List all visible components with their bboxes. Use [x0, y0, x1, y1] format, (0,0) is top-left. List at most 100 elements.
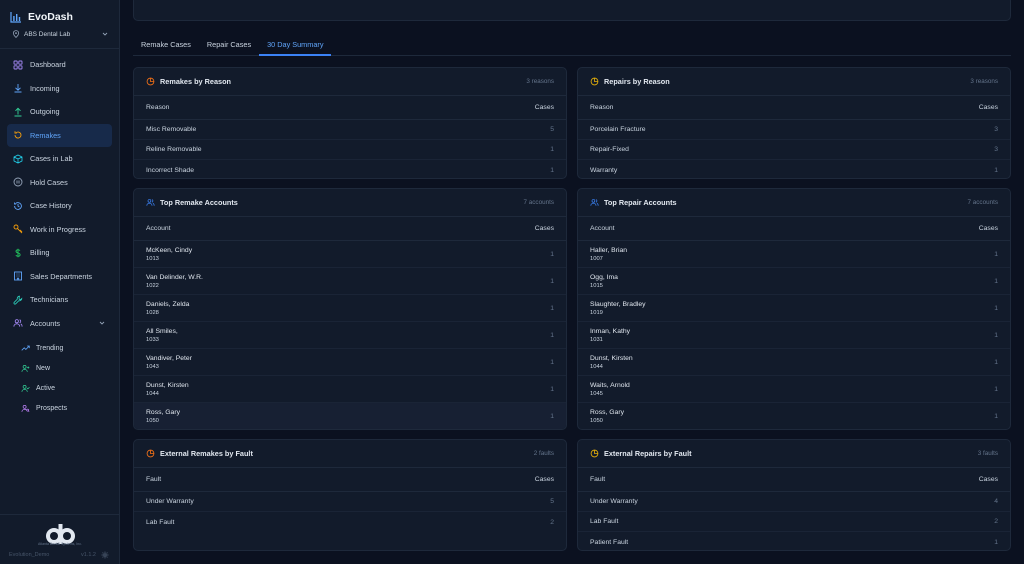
nav-item-cases-in-lab[interactable]: Cases in Lab — [7, 147, 112, 171]
fault-label: Under Warranty — [146, 498, 194, 505]
column-header-cases[interactable]: Cases — [979, 476, 998, 483]
table-row[interactable]: Misc Removable 5 — [134, 120, 566, 140]
card-header: External Repairs by Fault 3 faults — [578, 440, 1010, 468]
account-name: Ogg, Ima — [590, 273, 618, 281]
table-row[interactable]: Haller, Brian 1007 1 — [578, 241, 1010, 268]
column-header-cases[interactable]: Cases — [979, 104, 998, 111]
nav-item-work-in-progress[interactable]: Work in Progress — [7, 218, 112, 242]
sidebar: EvoDash ABS Dental Lab Dashboard Incomin… — [0, 0, 120, 564]
table-row[interactable]: Reline Removable 1 — [134, 140, 566, 160]
nav-item-incoming[interactable]: Incoming — [7, 77, 112, 101]
table-row[interactable]: Patient Fault 1 — [578, 532, 1010, 550]
chevron-down-icon — [99, 321, 105, 325]
table-row[interactable]: Ross, Gary 1050 1 — [578, 403, 1010, 429]
table-row[interactable]: Slaughter, Bradley 1019 1 — [578, 295, 1010, 322]
table-row[interactable]: Repair-Fixed 3 — [578, 140, 1010, 160]
subnav-item-new[interactable]: New — [7, 358, 112, 378]
top-remake-accounts-card: Top Remake Accounts 7 accounts Account C… — [133, 188, 567, 430]
case-count: 1 — [994, 277, 998, 285]
case-count: 1 — [550, 331, 554, 339]
grid-icon — [13, 60, 23, 70]
column-header-fault[interactable]: Fault — [146, 476, 535, 483]
table-header: Reason Cases — [134, 96, 566, 120]
case-count: 3 — [994, 146, 998, 153]
table-row[interactable]: Dunst, Kirsten 1044 1 — [134, 376, 566, 403]
current-user: Evolution_Demo — [9, 552, 50, 558]
column-header-cases[interactable]: Cases — [535, 104, 554, 111]
subnav-item-trending[interactable]: Trending — [7, 338, 112, 358]
download-icon — [14, 84, 22, 93]
table-row[interactable]: Incorrect Shade 1 — [134, 160, 566, 178]
subnav-label: New — [36, 364, 51, 372]
table-row[interactable]: Van Delinder, W.R. 1022 1 — [134, 268, 566, 295]
brand[interactable]: EvoDash — [0, 0, 119, 23]
nav-item-dashboard[interactable]: Dashboard — [7, 53, 112, 77]
table-row[interactable]: Waits, Arnold 1045 1 — [578, 376, 1010, 403]
tab-remake-cases[interactable]: Remake Cases — [133, 36, 199, 56]
subnav-item-prospects[interactable]: Prospects — [7, 399, 112, 419]
table-row[interactable]: Porcelain Fracture 3 — [578, 120, 1010, 140]
table-row[interactable]: Inman, Kathy 1031 1 — [578, 322, 1010, 349]
nav-item-sales-departments[interactable]: Sales Departments — [7, 265, 112, 289]
nav-label: Work in Progress — [30, 224, 86, 234]
column-header-fault[interactable]: Fault — [590, 476, 979, 483]
nav-item-hold-cases[interactable]: Hold Cases — [7, 171, 112, 195]
tab-30-day-summary[interactable]: 30 Day Summary — [259, 36, 332, 56]
table-row[interactable]: Ross, Gary 1050 1 — [134, 403, 566, 429]
nav-item-outgoing[interactable]: Outgoing — [7, 100, 112, 124]
table-row[interactable]: Dunst, Kirsten 1044 1 — [578, 349, 1010, 376]
case-count: 1 — [550, 358, 554, 366]
rotate-icon — [14, 131, 22, 139]
column-header-account[interactable]: Account — [590, 225, 979, 232]
nav-item-accounts[interactable]: Accounts — [7, 312, 112, 336]
table-row[interactable]: Under Warranty 5 — [134, 492, 566, 512]
user-plus-icon — [21, 364, 30, 372]
nav-item-technicians[interactable]: Technicians — [7, 288, 112, 312]
card-header: Repairs by Reason 3 reasons — [578, 68, 1010, 96]
case-count: 1 — [550, 146, 554, 153]
repairs-by-reason-card: Repairs by Reason 3 reasons Reason Cases… — [577, 67, 1011, 179]
tab-repair-cases[interactable]: Repair Cases — [199, 36, 259, 56]
account-name: Haller, Brian — [590, 246, 628, 254]
case-count: 4 — [994, 498, 998, 505]
reason-label: Misc Removable — [146, 126, 197, 133]
subnav-label: Active — [36, 384, 56, 392]
account-id: 1031 — [590, 336, 603, 343]
column-header-account[interactable]: Account — [146, 225, 535, 232]
table-row[interactable]: Under Warranty 4 — [578, 492, 1010, 512]
account-name: Inman, Kathy — [590, 327, 631, 335]
gear-icon[interactable] — [101, 551, 109, 559]
column-header-cases[interactable]: Cases — [535, 476, 554, 483]
table-header: Account Cases — [578, 217, 1010, 241]
case-count: 1 — [550, 166, 554, 174]
column-header-cases[interactable]: Cases — [979, 225, 998, 232]
column-header-reason[interactable]: Reason — [146, 104, 535, 111]
card-header: Remakes by Reason 3 reasons — [134, 68, 566, 96]
nav-label: Case History — [30, 201, 72, 211]
nav-item-case-history[interactable]: Case History — [7, 194, 112, 218]
nav-label: Incoming — [30, 83, 60, 93]
wrench-icon — [13, 295, 23, 305]
nav-item-billing[interactable]: Billing — [7, 241, 112, 265]
table-row[interactable]: Vandiver, Peter 1043 1 — [134, 349, 566, 376]
table-row[interactable]: Ogg, Ima 1015 1 — [578, 268, 1010, 295]
subnav-item-active[interactable]: Active — [7, 378, 112, 398]
nav-item-remakes[interactable]: Remakes — [7, 123, 112, 147]
table-row[interactable]: Lab Fault 2 — [134, 512, 566, 532]
account-name: McKeen, Cindy — [146, 246, 193, 254]
table-row[interactable]: Lab Fault 2 — [578, 512, 1010, 532]
case-count: 1 — [550, 413, 554, 420]
column-header-cases[interactable]: Cases — [535, 225, 554, 232]
account-id: 1033 — [146, 336, 159, 343]
table-row[interactable]: McKeen, Cindy 1013 1 — [134, 241, 566, 268]
table-row[interactable]: All Smiles, 1033 1 — [134, 322, 566, 349]
account-id: 1022 — [146, 282, 159, 289]
pie-chart-icon — [590, 77, 599, 86]
org-selector[interactable]: ABS Dental Lab — [0, 23, 119, 38]
table-row[interactable]: Daniels, Zelda 1028 1 — [134, 295, 566, 322]
account-name: Dunst, Kirsten — [146, 381, 189, 389]
card-count: 3 faults — [977, 450, 998, 457]
card-count: 2 faults — [533, 450, 554, 457]
column-header-reason[interactable]: Reason — [590, 104, 979, 111]
table-row[interactable]: Warranty 1 — [578, 160, 1010, 178]
